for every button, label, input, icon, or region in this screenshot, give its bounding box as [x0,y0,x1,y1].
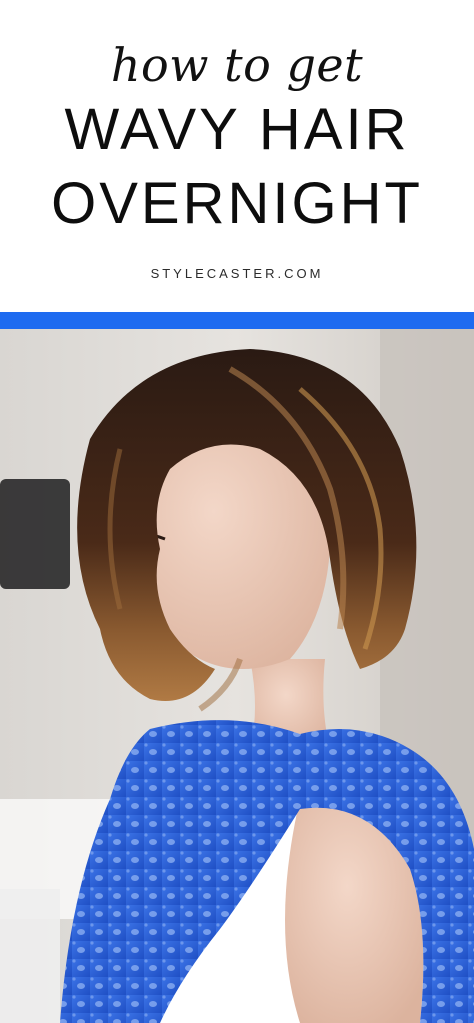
hero-photo [0,329,474,1023]
title-card: how to get WAVY HAIR OVERNIGHT STYLECAST… [0,0,474,312]
brand-url: STYLECASTER.COM [150,266,324,281]
background-dark-object [0,479,70,589]
accent-divider [0,312,474,329]
headline-line-1: WAVY HAIR [64,97,410,162]
headline-line-2: OVERNIGHT [51,171,423,236]
pin-graphic: how to get WAVY HAIR OVERNIGHT STYLECAST… [0,0,474,1023]
kicker-text: how to get [110,38,364,92]
background-chair-back [0,889,60,1023]
